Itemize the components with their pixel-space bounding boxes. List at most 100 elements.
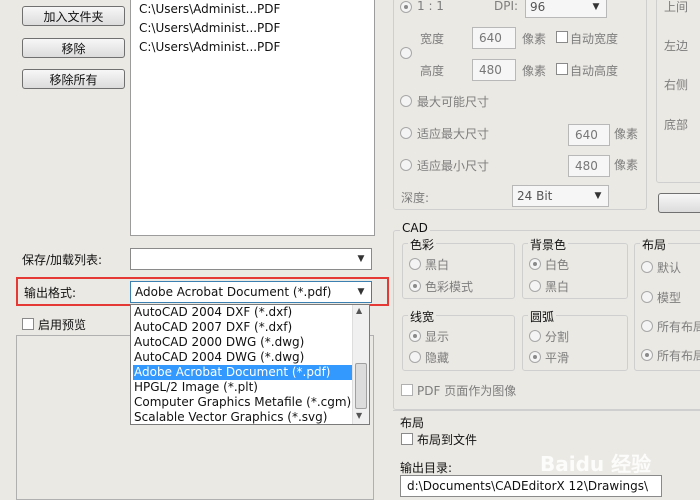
height-input[interactable]: 480 (472, 59, 516, 81)
file-type: PDF (257, 2, 281, 16)
add-folder-button[interactable]: 加入文件夹 (22, 6, 125, 26)
file-path: C:\Users\Administ... (139, 2, 258, 16)
layout-all-label: 所有布局 (657, 320, 700, 334)
chevron-down-icon[interactable]: ▼ (588, 0, 604, 15)
output-format-combo[interactable]: Adobe Acrobat Document (*.pdf) ▼ (130, 281, 372, 303)
output-dir-input[interactable]: d:\Documents\CADEditorX 12\Drawings\ (400, 475, 662, 497)
list-item[interactable]: C:\Users\Administ... PDF (139, 0, 280, 18)
margin-bottom-label: 底部 (664, 118, 689, 132)
ratio-radio[interactable] (400, 1, 412, 13)
save-load-combo[interactable]: ▼ (130, 248, 372, 270)
width-unit: 像素 (522, 32, 547, 46)
chevron-up-icon[interactable]: ▲ (356, 306, 362, 315)
linewidth-hide-label: 隐藏 (425, 351, 450, 365)
list-item[interactable]: C:\Users\Administ... PDF (139, 38, 280, 56)
dropdown-option[interactable]: AutoCAD 2000 DWG (*.dwg) (133, 335, 304, 350)
enable-preview-label: 启用预览 (38, 318, 87, 332)
chevron-down-icon[interactable]: ▼ (353, 284, 369, 300)
layout-default-radio[interactable] (641, 261, 653, 273)
dpi-label: DPI: (494, 0, 519, 13)
dropdown-option-selected[interactable]: Adobe Acrobat Document (*.pdf) (133, 365, 353, 380)
arc-split-radio[interactable] (529, 330, 541, 342)
margins-button[interactable] (658, 193, 700, 213)
auto-height-label: 自动高度 (570, 64, 619, 78)
chevron-down-icon[interactable]: ▼ (356, 411, 362, 420)
dropdown-option[interactable]: HPGL/2 Image (*.plt) (133, 380, 258, 395)
ratio-label: 1 : 1 (417, 0, 444, 13)
remove-button[interactable]: 移除 (22, 38, 125, 58)
watermark: Baidu 经验 (540, 452, 652, 476)
width-label: 宽度 (420, 32, 445, 46)
fit-max-unit: 像素 (614, 127, 639, 141)
height-label: 高度 (420, 64, 445, 78)
layout-all-2-radio[interactable] (641, 349, 653, 361)
fit-max-radio[interactable] (400, 127, 412, 139)
auto-width-checkbox[interactable] (556, 31, 568, 43)
arc-smooth-label: 平滑 (545, 351, 570, 365)
cad-title: CAD (400, 221, 430, 235)
layout-model-radio[interactable] (641, 291, 653, 303)
fit-min-input[interactable]: 480 (568, 155, 610, 177)
output-format-label: 输出格式: (24, 286, 77, 300)
color-bw-radio[interactable] (409, 258, 421, 270)
enable-preview-checkbox[interactable] (22, 318, 34, 330)
file-type: PDF (257, 21, 281, 35)
color-mode-label: 色彩模式 (425, 280, 474, 294)
dropdown-scrollbar[interactable]: ▲ ▼ (352, 305, 369, 424)
layout-to-file-checkbox[interactable] (401, 433, 413, 445)
max-size-radio[interactable] (400, 95, 412, 107)
list-item[interactable]: C:\Users\Administ... PDF (139, 19, 280, 37)
color-bw-label: 黑白 (425, 258, 450, 272)
layout-all-radio[interactable] (641, 320, 653, 332)
custom-size-radio[interactable] (400, 47, 412, 59)
margin-left-label: 左边 (664, 39, 689, 53)
fit-min-radio[interactable] (400, 159, 412, 171)
dropdown-option[interactable]: AutoCAD 2004 DXF (*.dxf) (133, 305, 292, 320)
linewidth-show-label: 显示 (425, 330, 450, 344)
dropdown-option[interactable]: Computer Graphics Metafile (*.cgm) (133, 395, 351, 410)
depth-value: 24 Bit (517, 189, 553, 203)
output-dir-label: 输出目录: (400, 461, 453, 475)
arc-title: 圆弧 (528, 308, 557, 325)
chevron-down-icon[interactable]: ▼ (590, 188, 606, 204)
width-input[interactable]: 640 (472, 27, 516, 49)
margin-right-label: 右侧 (664, 78, 689, 92)
bg-bw-radio[interactable] (529, 280, 541, 292)
chevron-down-icon[interactable]: ▼ (353, 251, 369, 267)
dropdown-option[interactable]: AutoCAD 2007 DXF (*.dxf) (133, 320, 292, 335)
format-dropdown-list[interactable]: AutoCAD 2004 DXF (*.dxf) AutoCAD 2007 DX… (130, 304, 370, 425)
layout-title: 布局 (640, 236, 669, 253)
depth-combo[interactable]: 24 Bit ▼ (512, 185, 609, 207)
fit-min-unit: 像素 (614, 158, 639, 172)
color-mode-radio[interactable] (409, 280, 421, 292)
file-path: C:\Users\Administ... (139, 21, 258, 35)
dpi-value: 96 (530, 0, 546, 14)
bg-white-radio[interactable] (529, 258, 541, 270)
remove-all-button[interactable]: 移除所有 (22, 69, 125, 89)
save-load-label: 保存/加载列表: (22, 253, 103, 267)
file-list[interactable]: C:\Users\Administ... PDF C:\Users\Admini… (130, 0, 375, 236)
margin-top-label: 上间 (664, 0, 689, 14)
arc-smooth-radio[interactable] (529, 351, 541, 363)
max-size-label: 最大可能尺寸 (417, 95, 490, 109)
linewidth-title: 线宽 (408, 308, 437, 325)
linewidth-show-radio[interactable] (409, 330, 421, 342)
auto-width-label: 自动宽度 (570, 32, 619, 46)
fit-min-label: 适应最小尺寸 (417, 159, 490, 173)
arc-split-label: 分割 (545, 330, 570, 344)
auto-height-checkbox[interactable] (556, 63, 568, 75)
file-path: C:\Users\Administ... (139, 40, 258, 54)
layout-section-title: 布局 (400, 416, 425, 430)
linewidth-hide-radio[interactable] (409, 351, 421, 363)
dropdown-option[interactable]: AutoCAD 2004 DWG (*.dwg) (133, 350, 304, 365)
dropdown-option[interactable]: Scalable Vector Graphics (*.svg) (133, 410, 327, 425)
output-dir-value: d:\Documents\CADEditorX 12\Drawings\ (407, 479, 649, 493)
pdf-as-image-checkbox[interactable] (401, 384, 413, 396)
fit-max-input[interactable]: 640 (568, 124, 610, 146)
section-divider (393, 410, 700, 411)
dpi-combo[interactable]: 96 ▼ (525, 0, 607, 18)
file-type: PDF (257, 40, 281, 54)
depth-label: 深度: (401, 191, 430, 205)
scrollbar-thumb[interactable] (355, 363, 367, 409)
pdf-as-image-label: PDF 页面作为图像 (417, 384, 517, 398)
